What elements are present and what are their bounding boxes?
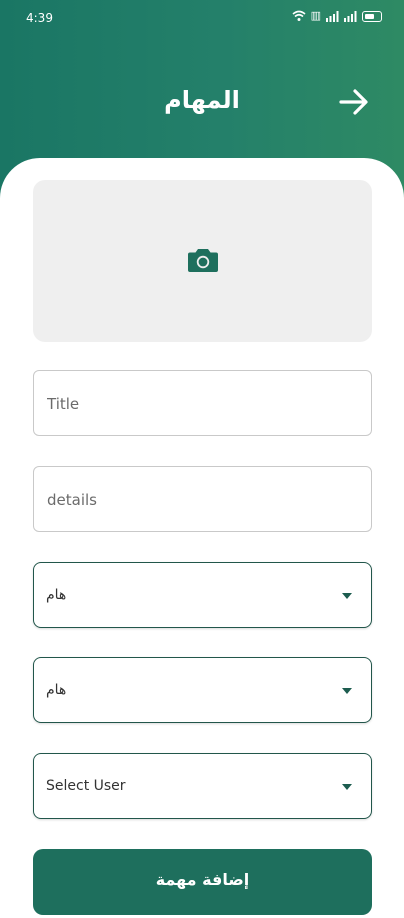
signal-icon	[344, 10, 357, 22]
status-time: 4:39	[26, 11, 53, 25]
signal-icon	[326, 10, 339, 22]
status-select-value: هام	[46, 682, 67, 698]
chevron-down-icon	[342, 593, 352, 599]
hd-signal-icon: ▥	[310, 9, 321, 22]
camera-icon	[188, 249, 218, 272]
arrow-right-icon	[339, 89, 368, 115]
image-picker[interactable]	[33, 180, 372, 342]
user-select[interactable]: Select User	[33, 753, 372, 819]
chevron-down-icon	[342, 784, 352, 790]
priority-select-value: هام	[46, 587, 67, 603]
add-task-label: إضافة مهمة	[155, 870, 250, 889]
status-select[interactable]: هام	[33, 657, 372, 723]
status-bar: 4:39 ▥	[0, 0, 404, 34]
user-select-value: Select User	[46, 778, 126, 794]
details-field[interactable]	[33, 466, 372, 533]
title-field[interactable]	[33, 370, 372, 437]
battery-icon	[362, 10, 382, 22]
chevron-down-icon	[342, 688, 352, 694]
back-button[interactable]	[336, 84, 372, 120]
title-input[interactable]	[45, 371, 359, 437]
details-input[interactable]	[45, 467, 359, 533]
wifi-icon	[292, 10, 306, 21]
priority-select[interactable]: هام	[33, 562, 372, 628]
add-task-button[interactable]: إضافة مهمة	[33, 849, 372, 915]
status-icons: ▥	[292, 9, 382, 23]
